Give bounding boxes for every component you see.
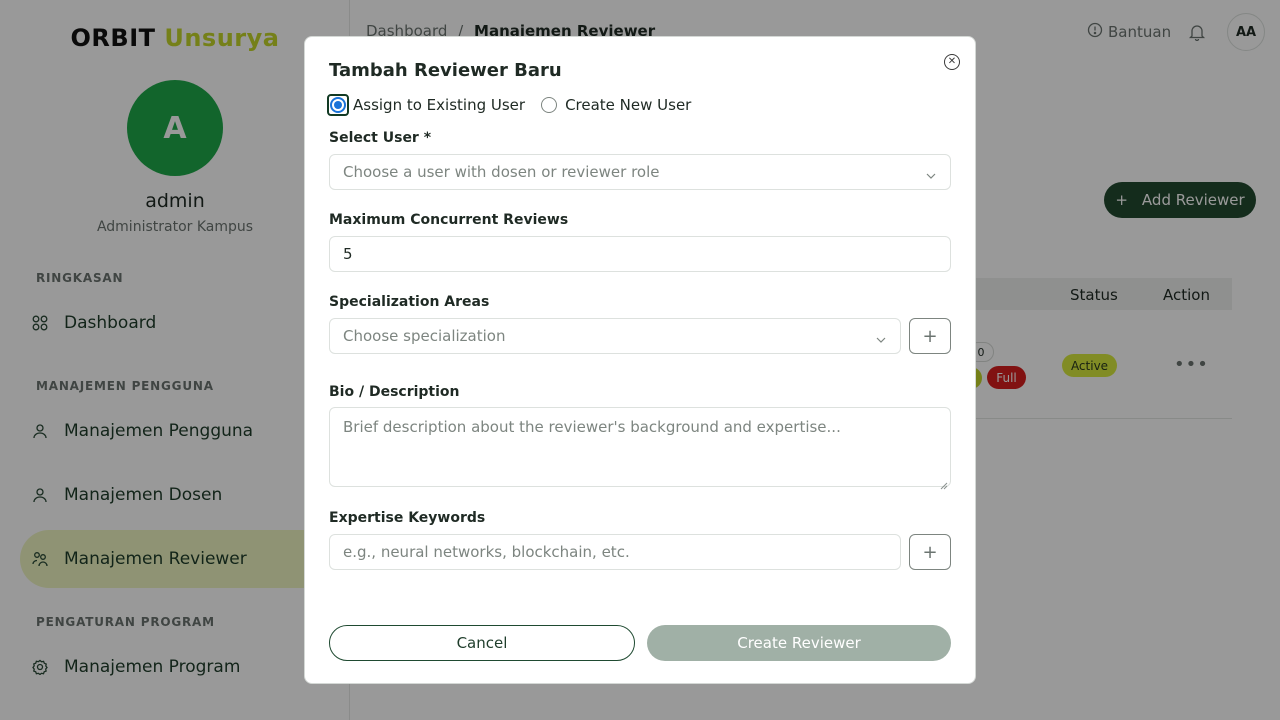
max-reviews-label: Maximum Concurrent Reviews [329,212,569,228]
chevron-down-icon [926,167,936,179]
radio-existing-user[interactable] [330,97,346,113]
radio-existing-user-focus[interactable] [327,94,349,116]
create-reviewer-button[interactable]: Create Reviewer [647,625,951,661]
select-user-placeholder: Choose a user with dosen or reviewer rol… [343,163,660,181]
select-user-label: Select User * [329,130,432,146]
bio-label: Bio / Description [329,384,460,400]
bio-textarea[interactable]: Brief description about the reviewer's b… [329,407,951,490]
plus-icon: + [922,325,938,347]
radio-new-user[interactable] [541,97,558,113]
specialization-label: Specialization Areas [329,294,490,310]
add-specialization-button[interactable]: + [909,318,951,354]
add-keyword-button[interactable]: + [909,534,951,570]
bio-placeholder: Brief description about the reviewer's b… [343,418,841,436]
resize-handle-icon[interactable] [940,476,948,490]
radio-new-user-label[interactable]: Create New User [565,96,691,114]
chevron-down-icon [876,331,886,343]
cancel-button[interactable]: Cancel [329,625,635,661]
dialog-title: Tambah Reviewer Baru [329,60,562,81]
specialization-dropdown[interactable]: Choose specialization [329,318,901,354]
radio-existing-user-label[interactable]: Assign to Existing User [353,96,525,114]
keywords-label: Expertise Keywords [329,510,486,526]
add-reviewer-dialog: Tambah Reviewer Baru ✕ Assign to Existin… [304,36,976,684]
keywords-placeholder: e.g., neural networks, blockchain, etc. [343,543,630,561]
user-mode-radio-group: Assign to Existing User Create New User [327,94,691,116]
select-user-dropdown[interactable]: Choose a user with dosen or reviewer rol… [329,154,951,190]
keywords-input[interactable]: e.g., neural networks, blockchain, etc. [329,534,901,570]
max-reviews-input[interactable]: 5 [329,236,951,272]
max-reviews-value: 5 [343,245,353,263]
specialization-placeholder: Choose specialization [343,327,506,345]
plus-icon: + [922,541,938,563]
close-icon[interactable]: ✕ [944,54,960,70]
